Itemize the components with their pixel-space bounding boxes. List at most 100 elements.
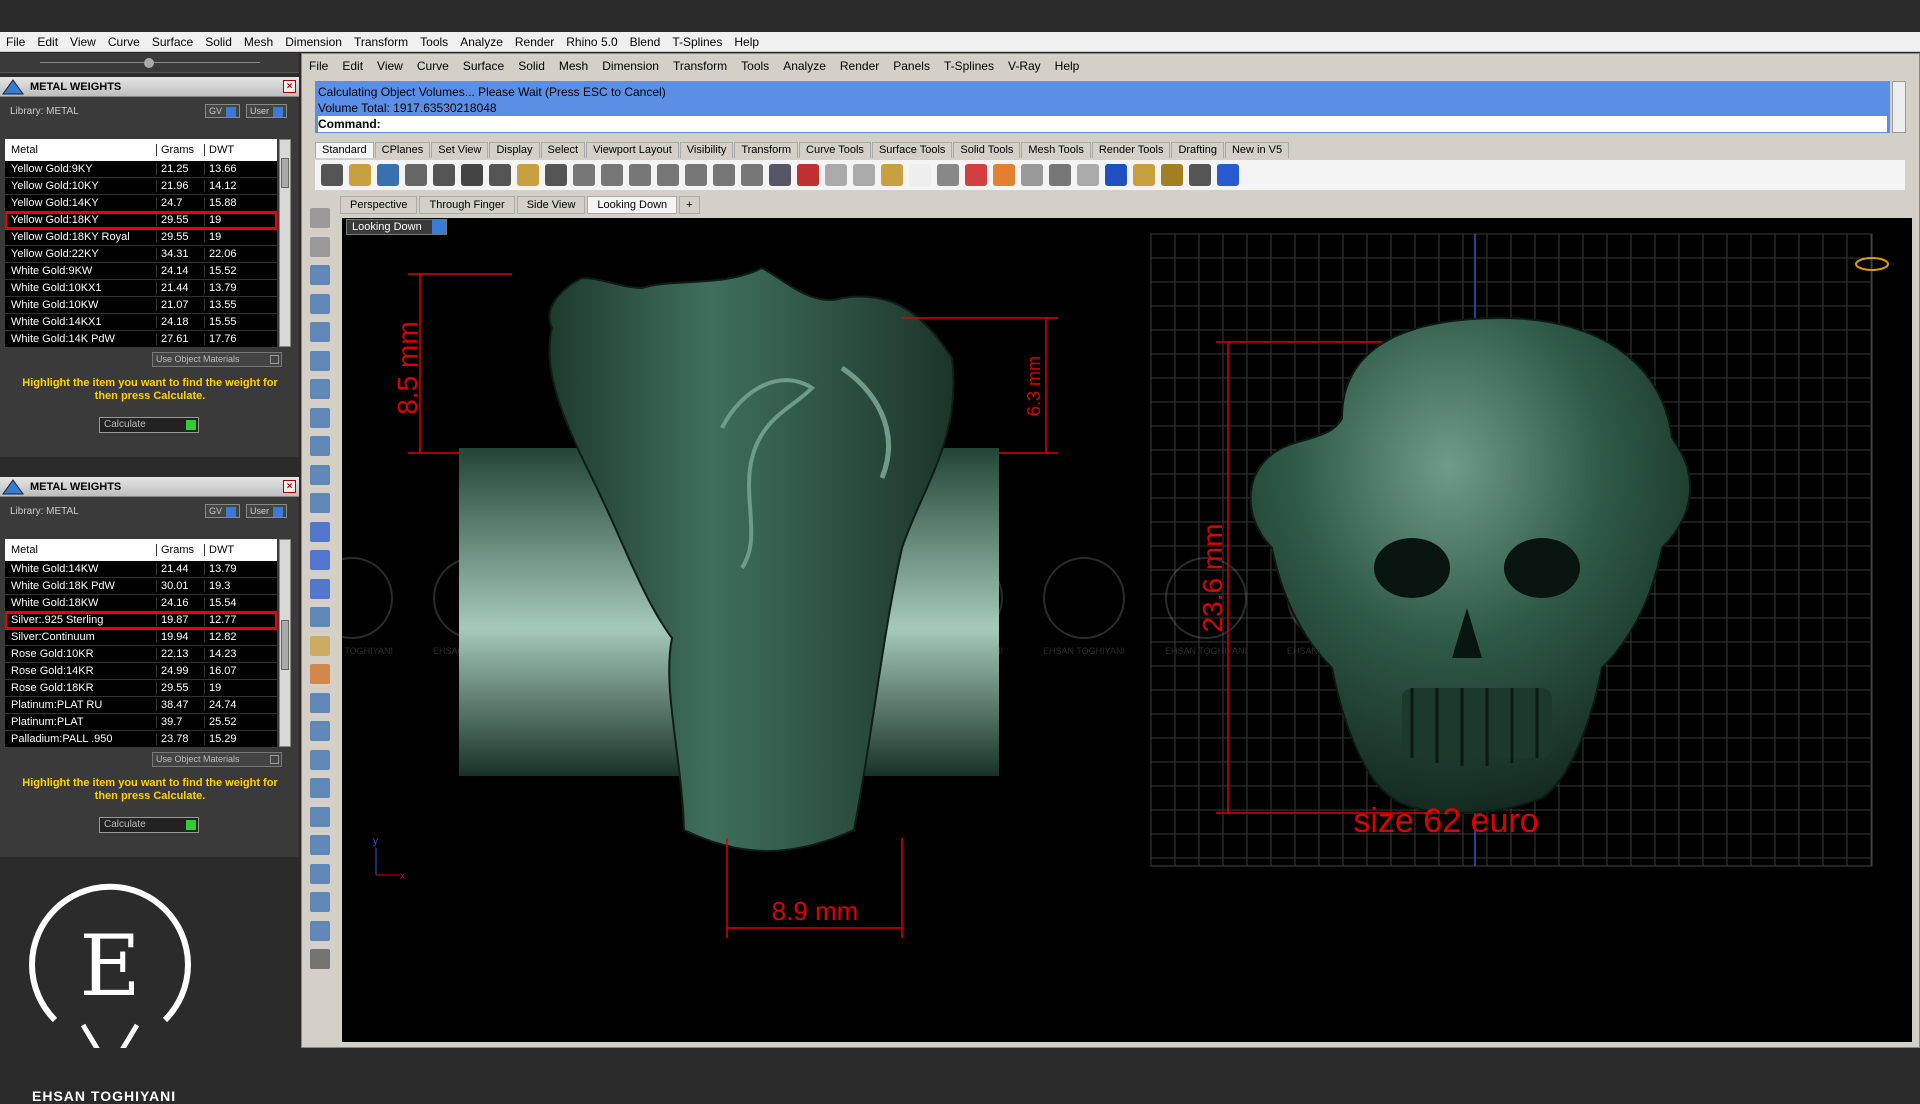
cut-icon[interactable] — [461, 164, 483, 186]
table-row[interactable]: White Gold:10KW 21.07 13.55 — [5, 297, 277, 314]
table-row[interactable]: White Gold:10KX1 21.44 13.79 — [5, 280, 277, 297]
select-filter-icon[interactable] — [1133, 164, 1155, 186]
table-row[interactable]: Yellow Gold:10KY 21.96 14.12 — [5, 178, 277, 195]
lock-icon[interactable] — [937, 164, 959, 186]
header-grams[interactable]: Grams — [157, 544, 205, 556]
menu-edit[interactable]: Edit — [335, 59, 370, 73]
calculate-button[interactable]: Calculate — [99, 817, 199, 833]
scrollbar-thumb[interactable] — [281, 158, 289, 188]
print-icon[interactable] — [405, 164, 427, 186]
grid-snap-icon[interactable] — [310, 892, 330, 912]
user-toggle[interactable]: User — [246, 104, 288, 118]
table-scrollbar[interactable] — [279, 139, 291, 347]
table-row[interactable]: Yellow Gold:18KY 29.55 19 — [5, 211, 277, 230]
table-row[interactable]: White Gold:14KX1 24.18 15.55 — [5, 314, 277, 331]
viewport-tab-perspective[interactable]: Perspective — [340, 196, 418, 214]
menu-mesh[interactable]: Mesh — [552, 59, 595, 73]
polygon-icon[interactable] — [310, 379, 330, 399]
arc-icon[interactable] — [310, 436, 330, 456]
close-icon[interactable]: × — [283, 480, 296, 493]
command-scrollbar[interactable] — [1892, 81, 1906, 133]
new-file-icon[interactable] — [321, 164, 343, 186]
table-row[interactable]: White Gold:18KW 24.16 15.54 — [5, 595, 277, 612]
toolbar-tab-curve-tools[interactable]: Curve Tools — [799, 142, 871, 158]
outer-menu-transform[interactable]: Transform — [348, 35, 414, 49]
toolbar-tab-visibility[interactable]: Visibility — [679, 142, 734, 158]
plane-icon[interactable] — [310, 607, 330, 627]
table-row[interactable]: White Gold:14KW 21.44 13.79 — [5, 561, 277, 578]
hide-icon[interactable] — [825, 164, 847, 186]
layer-icon[interactable] — [965, 164, 987, 186]
menu-curve[interactable]: Curve — [410, 59, 456, 73]
use-object-materials-checkbox[interactable]: Use Object Materials — [152, 752, 282, 767]
outer-menu-mesh[interactable]: Mesh — [238, 35, 279, 49]
outer-menu-solid[interactable]: Solid — [199, 35, 238, 49]
outer-menu-file[interactable]: File — [0, 35, 31, 49]
table-row[interactable]: Platinum:PLAT 39.7 25.52 — [5, 714, 277, 731]
surface-icon[interactable] — [310, 464, 330, 485]
viewport-tab-side-view[interactable]: Side View — [516, 196, 586, 214]
toolbar-tab-select[interactable]: Select — [540, 142, 586, 158]
outer-menu-render[interactable]: Render — [509, 35, 560, 49]
viewport-tab-through-finger[interactable]: Through Finger — [419, 196, 515, 214]
table-row[interactable]: Palladium:PALL .950 23.78 15.29 — [5, 731, 277, 747]
menu-view[interactable]: View — [370, 59, 410, 73]
checkbox-icon[interactable] — [270, 755, 279, 764]
outer-menu-tsplines[interactable]: T-Splines — [666, 35, 728, 49]
header-metal[interactable]: Metal — [5, 144, 157, 156]
zoom-extents-icon[interactable] — [685, 164, 707, 186]
analyze-icon[interactable] — [310, 920, 330, 941]
array-icon[interactable] — [310, 778, 330, 798]
outer-menu-rhino[interactable]: Rhino 5.0 — [560, 35, 623, 49]
more-tools-icon[interactable] — [310, 949, 330, 969]
header-dwt[interactable]: DWT — [205, 144, 277, 156]
menu-panels[interactable]: Panels — [886, 59, 937, 73]
import-icon[interactable] — [433, 164, 455, 186]
checkbox-icon[interactable] — [270, 355, 279, 364]
copy-icon[interactable] — [489, 164, 511, 186]
table-row[interactable]: Rose Gold:18KR 29.55 19 — [5, 680, 277, 697]
curve-icon[interactable] — [310, 293, 330, 314]
open-file-icon[interactable] — [349, 164, 371, 186]
table-row[interactable]: Rose Gold:14KR 24.99 16.07 — [5, 663, 277, 680]
select-arrow-icon[interactable] — [310, 208, 330, 228]
viewport-label[interactable]: Looking Down — [346, 219, 447, 235]
snap-icon[interactable] — [1189, 164, 1211, 186]
text-icon[interactable] — [310, 835, 330, 855]
viewport-tab-looking-down[interactable]: Looking Down — [587, 196, 678, 214]
use-object-materials-checkbox[interactable]: Use Object Materials — [152, 352, 282, 367]
scrollbar-thumb[interactable] — [281, 620, 289, 670]
menu-help[interactable]: Help — [1048, 59, 1087, 73]
menu-dimension[interactable]: Dimension — [595, 59, 666, 73]
table-row[interactable]: Platinum:PLAT RU 38.47 24.74 — [5, 697, 277, 714]
points-on-icon[interactable] — [881, 164, 903, 186]
user-toggle[interactable]: User — [246, 504, 288, 518]
color-wheel-icon[interactable] — [993, 164, 1015, 186]
table-row[interactable]: White Gold:18K PdW 30.01 19.3 — [5, 578, 277, 595]
viewport-looking-down[interactable]: EHSAN TOGHIYANI EHSAN TOGHIYANI EHSAN TOGH… — [342, 218, 1912, 1042]
toolbar-tab-cplanes[interactable]: CPlanes — [374, 142, 431, 158]
rectangle-icon[interactable] — [310, 407, 330, 428]
header-grams[interactable]: Grams — [157, 144, 205, 156]
outer-menu-blend[interactable]: Blend — [624, 35, 667, 49]
menu-file[interactable]: File — [302, 59, 335, 73]
table-row[interactable]: Silver:.925 Sterling 19.87 12.77 — [5, 611, 277, 630]
outer-menu-surface[interactable]: Surface — [146, 35, 199, 49]
rotate-view-icon[interactable] — [601, 164, 623, 186]
viewport-menu-arrow-icon[interactable] — [431, 220, 446, 234]
viewport-canvas[interactable]: EHSAN TOGHIYANI EHSAN TOGHIYANI EHSAN TOGH… — [342, 218, 1912, 1042]
toolbar-tab-set-view[interactable]: Set View — [431, 142, 489, 158]
gv-toggle[interactable]: GV — [205, 504, 241, 518]
toolbar-tab-standard[interactable]: Standard — [315, 142, 374, 158]
toolbar-tab-solid-tools[interactable]: Solid Tools — [953, 142, 1021, 158]
command-input[interactable]: Command: — [318, 116, 1887, 132]
car-icon[interactable] — [797, 164, 819, 186]
toolbar-tab-mesh-tools[interactable]: Mesh Tools — [1021, 142, 1091, 158]
extrude-icon[interactable] — [310, 493, 330, 513]
close-icon[interactable]: × — [283, 80, 296, 93]
table-row[interactable]: White Gold:14K PdW 27.61 17.76 — [5, 331, 277, 347]
table-row[interactable]: Silver:Continuum 19.94 12.82 — [5, 629, 277, 646]
outer-menu-view[interactable]: View — [64, 35, 102, 49]
toolbar-tab-display[interactable]: Display — [489, 142, 540, 158]
header-metal[interactable]: Metal — [5, 544, 157, 556]
